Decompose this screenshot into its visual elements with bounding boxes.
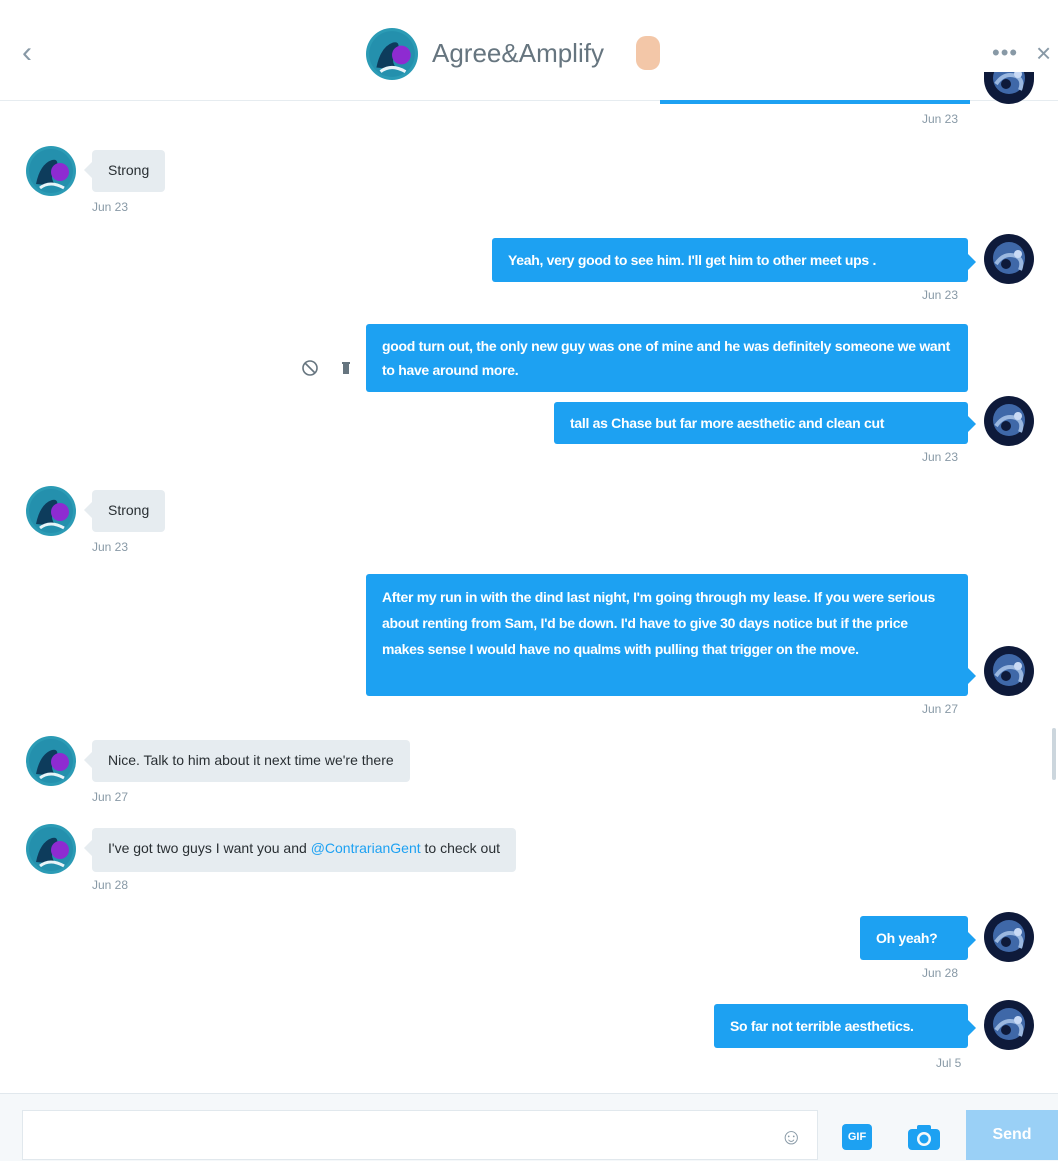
gif-icon[interactable]: GIF (842, 1124, 872, 1150)
message-text: I've got two guys I want you and (108, 840, 311, 856)
message-text: So far not terrible aesthetics. (730, 1018, 914, 1034)
scrollbar-thumb[interactable] (1052, 728, 1056, 780)
message-timestamp: Jun 23 (922, 112, 959, 126)
conversation-header: ‹ Agree&Amplify ••• × (0, 0, 1058, 101)
message-text: Yeah, very good to see him. I'll get him… (508, 252, 877, 268)
message-timestamp: Jun 23 (922, 288, 959, 302)
incoming-message[interactable]: Nice. Talk to him about it next time we'… (84, 740, 410, 782)
message-input[interactable] (22, 1110, 818, 1160)
incoming-message[interactable]: I've got two guys I want you and @Contra… (83, 828, 517, 872)
incoming-message[interactable]: Strong (83, 150, 166, 192)
message-text: Nice. Talk to him about it next time we'… (108, 752, 394, 768)
message-timestamp: Jun 27 (922, 702, 959, 716)
message-timestamp: Jun 23 (922, 450, 959, 464)
message-actions (300, 358, 356, 383)
trash-icon[interactable] (336, 358, 356, 378)
conversation-avatar[interactable] (366, 28, 418, 80)
incoming-message[interactable]: Strong (83, 490, 166, 532)
avatar[interactable] (26, 146, 76, 196)
message-timestamp: Jun 28 (92, 878, 129, 892)
message-timestamp: Jul 5 (936, 1056, 962, 1070)
emoji-icon[interactable]: ☺ (780, 1124, 802, 1150)
message-timestamp: Jun 23 (92, 200, 129, 214)
outgoing-message[interactable]: Yeah, very good to see him. I'll get him… (492, 238, 976, 282)
avatar[interactable] (984, 646, 1034, 696)
message-text: Strong (108, 502, 150, 518)
mention-link[interactable]: @ContrarianGent (311, 840, 421, 856)
partial-outgoing-bubble (660, 100, 970, 104)
avatar[interactable] (26, 486, 76, 536)
avatar[interactable] (984, 1000, 1034, 1050)
outgoing-message[interactable]: After my run in with the dind last night… (366, 574, 976, 696)
outgoing-message[interactable]: Oh yeah? (860, 916, 976, 960)
message-text: tall as Chase but far more aesthetic and… (570, 415, 885, 431)
outgoing-message[interactable]: So far not terrible aesthetics. (714, 1004, 976, 1048)
message-text: Oh yeah? (876, 930, 938, 946)
avatar[interactable] (26, 824, 76, 874)
avatar[interactable] (984, 396, 1034, 446)
block-icon[interactable] (300, 358, 320, 378)
avatar[interactable] (26, 736, 76, 786)
message-text: good turn out, the only new guy was one … (382, 338, 951, 378)
close-icon[interactable]: × (1036, 38, 1051, 69)
outgoing-message[interactable]: good turn out, the only new guy was one … (366, 324, 968, 392)
message-text: Strong (108, 162, 150, 178)
camera-icon[interactable] (906, 1122, 942, 1152)
avatar[interactable] (984, 234, 1034, 284)
outgoing-message[interactable]: tall as Chase but far more aesthetic and… (554, 402, 976, 444)
message-timestamp: Jun 28 (922, 966, 959, 980)
hand-emoji-icon (636, 36, 660, 70)
conversation-title[interactable]: Agree&Amplify (432, 38, 604, 69)
more-dots-icon[interactable]: ••• (992, 40, 1018, 66)
message-timestamp: Jun 23 (92, 540, 129, 554)
message-timestamp: Jun 27 (92, 790, 129, 804)
send-button[interactable]: Send (966, 1110, 1058, 1160)
message-text: After my run in with the dind last night… (382, 589, 936, 657)
avatar[interactable] (984, 912, 1034, 962)
message-text: to check out (420, 840, 501, 856)
back-chevron-icon[interactable]: ‹ (22, 38, 32, 68)
